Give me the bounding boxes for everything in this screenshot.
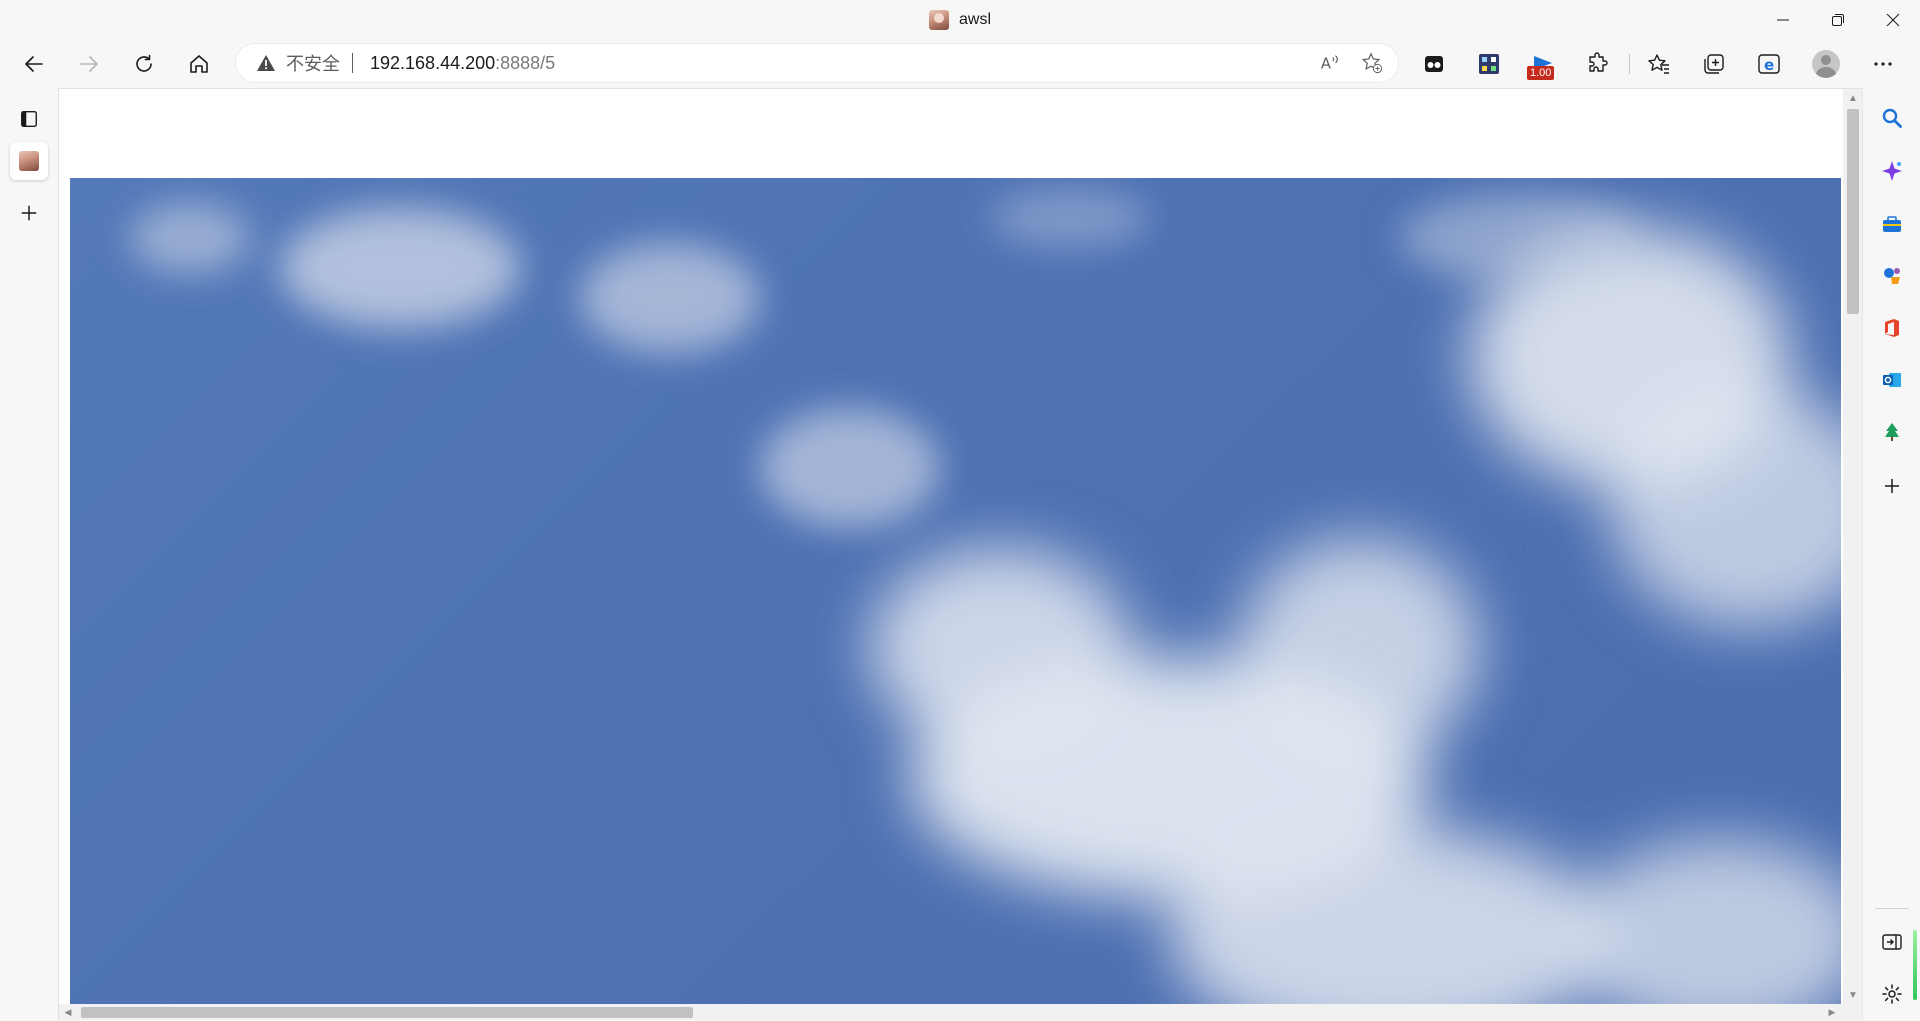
- toolbar-divider: [1629, 54, 1630, 74]
- add-icon: [1885, 479, 1899, 493]
- sidebar-office-button[interactable]: [1876, 312, 1908, 344]
- restore-button[interactable]: [1810, 0, 1865, 40]
- vertical-tab-strip: [0, 88, 58, 1021]
- scroll-up-icon[interactable]: ▲: [1843, 89, 1863, 107]
- active-tab-favicon: [19, 151, 39, 171]
- url-path: :8888/5: [495, 52, 556, 73]
- home-icon: [190, 55, 208, 73]
- svg-text:e: e: [1764, 56, 1774, 74]
- extensions-button[interactable]: [1582, 48, 1614, 80]
- ie-mode-icon: e: [1758, 54, 1780, 74]
- address-bar[interactable]: 不安全 192.168.44.200:8888/5 A: [236, 44, 1398, 82]
- new-tab-button[interactable]: [10, 194, 48, 232]
- add-favorite-icon[interactable]: [1360, 51, 1384, 75]
- search-icon: [1882, 108, 1902, 128]
- refresh-button[interactable]: [126, 46, 162, 82]
- minimize-icon: [1776, 19, 1789, 21]
- sidebar-tree-button[interactable]: [1876, 416, 1908, 448]
- tab-actions-icon: [21, 111, 37, 127]
- sidebar-tools-button[interactable]: [1876, 208, 1908, 240]
- more-icon: [1874, 62, 1892, 66]
- back-button[interactable]: [16, 46, 52, 82]
- ie-mode-button[interactable]: e: [1753, 48, 1785, 80]
- refresh-icon: [136, 54, 152, 72]
- read-aloud-icon[interactable]: A: [1318, 51, 1342, 75]
- outlook-icon: [1883, 373, 1901, 387]
- profile-avatar: [1812, 50, 1840, 78]
- tab-manager-extension[interactable]: [1418, 48, 1450, 80]
- vertical-scroll-thumb[interactable]: [1847, 109, 1859, 314]
- more-menu-button[interactable]: [1867, 48, 1899, 80]
- favorites-button[interactable]: [1643, 48, 1675, 80]
- arrow-left-icon: [25, 56, 43, 72]
- active-tab[interactable]: [10, 142, 48, 180]
- sidebar-settings-button[interactable]: [1876, 978, 1908, 1010]
- url-host: 192.168.44.200: [370, 52, 496, 73]
- scroll-down-icon[interactable]: ▼: [1843, 986, 1863, 1004]
- address-separator: [352, 53, 353, 73]
- sky-photo: [70, 178, 1841, 1004]
- collections-button[interactable]: [1698, 48, 1730, 80]
- extension-badge: 1.00: [1527, 66, 1555, 80]
- office-icon: [1885, 319, 1899, 337]
- title-bar: awsl: [0, 0, 1920, 40]
- sidebar-indicator: [1913, 930, 1917, 1000]
- sidebar-games-button[interactable]: [1876, 260, 1908, 292]
- games-icon: [1884, 268, 1900, 284]
- tab-manager-icon: [1425, 56, 1443, 72]
- svg-text:A: A: [1321, 56, 1331, 73]
- puzzle-icon: [1589, 52, 1608, 72]
- sidebar-divider: [1875, 908, 1909, 909]
- tools-icon: [1883, 216, 1901, 232]
- sidebar-copilot-button[interactable]: [1876, 155, 1908, 187]
- security-label[interactable]: 不安全: [286, 50, 340, 76]
- arrow-right-icon: [80, 56, 98, 72]
- warning-icon[interactable]: [256, 53, 276, 73]
- tree-icon: [1885, 423, 1899, 441]
- horizontal-scrollbar[interactable]: ◀ ▶: [59, 1004, 1863, 1020]
- qr-icon: [1479, 54, 1499, 74]
- window-title: awsl: [958, 11, 991, 28]
- favorites-icon: [1648, 54, 1669, 74]
- cloud-layer: [130, 188, 1841, 1004]
- restore-icon: [1831, 14, 1844, 26]
- close-button[interactable]: [1865, 0, 1920, 40]
- browser-toolbar: 不安全 192.168.44.200:8888/5 A 1.00 e: [0, 40, 1920, 88]
- settings-icon: [1882, 984, 1902, 1004]
- minimize-button[interactable]: [1755, 0, 1810, 40]
- sidebar-outlook-button[interactable]: [1876, 364, 1908, 396]
- collections-icon: [1704, 54, 1724, 74]
- edge-sidebar: [1862, 88, 1920, 1021]
- tab-actions-button[interactable]: [10, 100, 48, 138]
- hide-sidebar-button[interactable]: [1876, 926, 1908, 958]
- copilot-icon: [1882, 161, 1902, 181]
- profile-button[interactable]: [1810, 48, 1842, 80]
- page-viewport: ▲ ▼ ◀ ▶: [58, 88, 1863, 1020]
- sidebar-add-button[interactable]: [1876, 470, 1908, 502]
- window-title-area: awsl: [0, 0, 1920, 40]
- scroll-right-icon[interactable]: ▶: [1823, 1004, 1841, 1020]
- page-favicon-icon: [928, 10, 949, 30]
- home-button[interactable]: [181, 46, 217, 82]
- horizontal-scroll-thumb[interactable]: [81, 1007, 693, 1018]
- forward-button[interactable]: [71, 46, 107, 82]
- vertical-scrollbar[interactable]: ▲ ▼: [1843, 89, 1863, 1004]
- url-text[interactable]: 192.168.44.200:8888/5: [370, 53, 555, 74]
- qr-extension[interactable]: [1473, 48, 1505, 80]
- hide-sidebar-icon: [1882, 934, 1902, 950]
- sidebar-search-button[interactable]: [1876, 102, 1908, 134]
- close-icon: [1886, 13, 1899, 27]
- new-tab-icon: [21, 205, 37, 221]
- scroll-left-icon[interactable]: ◀: [59, 1004, 77, 1020]
- window-controls: [1755, 0, 1920, 40]
